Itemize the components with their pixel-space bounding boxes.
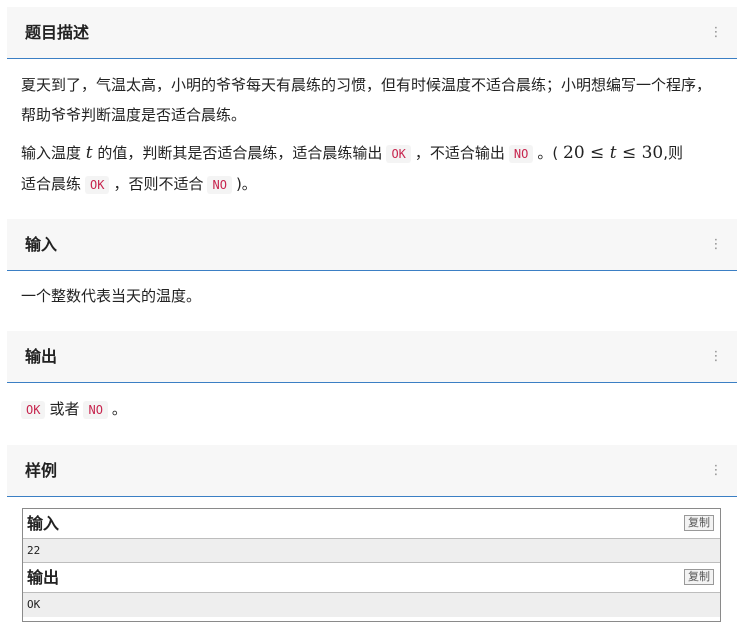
input-title: 输入 [25, 235, 58, 254]
input-header: 输入 ⋮ [7, 219, 737, 271]
sample-box: 输入 复制 22 输出 复制 OK [22, 508, 721, 622]
sample-input-value[interactable]: 22 [23, 538, 720, 563]
desc-text: 。( [537, 144, 559, 162]
description-paragraph-1: 夏天到了，气温太高，小明的爷爷每天有晨练的习惯，但有时候温度不适合晨练；小明想编… [21, 76, 712, 124]
output-text: 。 [111, 400, 127, 418]
copy-input-button[interactable]: 复制 [684, 515, 714, 531]
desc-text: )。 [235, 175, 257, 193]
sample-input-head: 输入 复制 [23, 509, 720, 538]
sample-output-label: 输出 [27, 568, 60, 587]
code-ok: OK [21, 401, 46, 419]
math-low: 20 [563, 143, 585, 163]
description-header: 题目描述 ⋮ [7, 7, 737, 59]
math-high: 30 [641, 143, 664, 163]
description-title: 题目描述 [25, 23, 90, 42]
copy-output-button[interactable]: 复制 [684, 569, 714, 585]
sample-header: 样例 ⋮ [7, 445, 737, 497]
desc-text: 输入温度 [21, 144, 82, 162]
input-description: 一个整数代表当天的温度。 [21, 287, 202, 305]
code-no: NO [83, 401, 108, 419]
desc-text: ,则 [663, 144, 684, 162]
sample-output-head: 输出 复制 [23, 563, 720, 592]
math-le: ≤ [621, 143, 637, 163]
more-options-icon[interactable]: ⋮ [709, 233, 723, 257]
desc-text: ，否则不适合 [113, 175, 204, 193]
description-paragraph-2: 输入温度 t 的值，判断其是否适合晨练，适合晨练输出 OK ，不适合输出 NO 。( 2… [21, 138, 721, 200]
output-text: 或者 [49, 400, 80, 418]
math-var: t [609, 143, 617, 163]
output-description: OK 或者 NO。 [17, 394, 717, 425]
math-var-t: t [85, 143, 93, 163]
sample-output-value[interactable]: OK [23, 592, 720, 617]
more-options-icon[interactable]: ⋮ [709, 459, 723, 483]
math-le: ≤ [590, 143, 605, 163]
output-header: 输出 ⋮ [7, 331, 737, 383]
code-no: NO [508, 145, 534, 163]
code-ok: OK [85, 176, 110, 194]
desc-text: 适合晨练 [21, 175, 82, 193]
desc-text: 的值，判断其是否适合晨练，适合晨练输出 [97, 144, 383, 162]
more-options-icon[interactable]: ⋮ [709, 21, 723, 45]
sample-title: 样例 [25, 461, 58, 480]
code-ok: OK [386, 145, 411, 163]
desc-text: ，不适合输出 [414, 144, 505, 162]
sample-input-label: 输入 [27, 514, 60, 533]
math-range: 20 ≤ t ≤ 30 [563, 143, 663, 163]
code-no: NO [207, 176, 232, 194]
output-title: 输出 [25, 347, 58, 366]
more-options-icon[interactable]: ⋮ [709, 345, 723, 369]
